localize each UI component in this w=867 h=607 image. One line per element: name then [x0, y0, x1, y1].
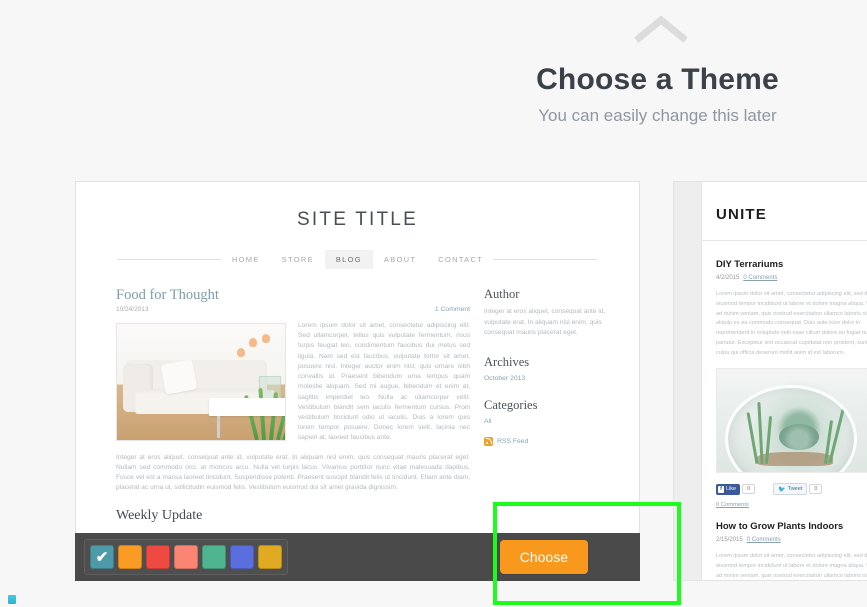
twitter-bird-icon: 🐦	[778, 486, 786, 493]
unite-body: UNITE DIY Terrariums 4/2/2015 0 Comments …	[702, 182, 867, 580]
post-comment-count[interactable]: 1 Comment	[435, 306, 470, 313]
theme-card-footer-bar: ✔ Choose	[75, 533, 640, 581]
unite-left-rail	[674, 182, 702, 580]
chevron-up-icon[interactable]	[635, 14, 687, 44]
sidebar-rss-row[interactable]: RSS Feed	[484, 436, 617, 446]
theme-preview-card-active[interactable]: SITE TITLE HOME STORE BLOG ABOUT CONTACT…	[75, 181, 640, 581]
preview-content-row: Food for Thought 10/24/2013 1 Comment Lo…	[76, 269, 639, 494]
color-swatch-green[interactable]	[202, 545, 226, 569]
color-swatch-blue[interactable]	[230, 545, 254, 569]
preview-navbar: HOME STORE BLOG ABOUT CONTACT	[76, 250, 639, 269]
sidebar-heading-archives: Archives	[484, 354, 530, 369]
choose-button[interactable]: Choose	[499, 540, 588, 574]
facebook-icon: f	[718, 485, 724, 493]
sidebar-author-text: Integer at eros aliquet, consequat ante …	[484, 308, 606, 337]
rss-icon	[484, 436, 493, 446]
color-swatch-gold[interactable]	[258, 545, 282, 569]
unite-post1-comments-link[interactable]: 0 Comments	[716, 502, 867, 508]
preview-sidebar: Author Integer at eros aliquet, consequa…	[470, 287, 617, 494]
unite-post2-date: 2/15/2015	[716, 537, 743, 544]
post-date: 10/24/2013	[116, 306, 149, 313]
theme-chooser-screen: Choose a Theme You can easily change thi…	[0, 0, 867, 607]
facebook-like-label: Like	[726, 486, 737, 493]
twitter-tweet-count: 0	[809, 484, 823, 495]
preview-main-column: Food for Thought 10/24/2013 1 Comment Lo…	[116, 287, 470, 494]
unite-post1-text: Lorem ipsum dolor sit amet, consectetur …	[716, 291, 867, 356]
unite-post1-date: 4/2/2015	[716, 275, 740, 281]
nav-item-home[interactable]: HOME	[221, 250, 271, 269]
nav-rule-left	[118, 259, 221, 260]
unite-post1-comments[interactable]: 0 Comments	[743, 275, 777, 281]
unite-post2-title[interactable]: How to Grow Plants Indoors	[716, 521, 867, 532]
facebook-like-count: 0	[742, 484, 756, 495]
twitter-tweet-button[interactable]: 🐦 Tweet	[773, 483, 808, 496]
post-photo	[116, 323, 286, 441]
color-swatch-salmon[interactable]	[174, 545, 198, 569]
twitter-tweet-widget[interactable]: 🐦 Tweet 0	[773, 483, 823, 496]
theme-preview-card-unite[interactable]: UNITE DIY Terrariums 4/2/2015 0 Comments …	[673, 181, 867, 581]
sidebar-category-link[interactable]: All	[484, 418, 617, 425]
post-body: Lorem ipsum dolor sit amet, consectetur …	[116, 321, 470, 494]
color-swatch-orange[interactable]	[118, 545, 142, 569]
unite-post2-comments[interactable]: 0 Comments	[747, 537, 781, 543]
unite-header-rule	[702, 240, 867, 241]
color-swatch-red[interactable]	[146, 545, 170, 569]
facebook-like-widget[interactable]: f Like 0	[716, 483, 756, 495]
unite-post2-meta: 2/15/2015 0 Comments	[716, 537, 867, 543]
nav-links: HOME STORE BLOG ABOUT CONTACT	[221, 250, 494, 269]
next-post-title[interactable]: Weekly Update	[76, 508, 639, 524]
cursor-artifact-icon	[8, 595, 16, 604]
page-subtitle: You can easily change this later	[538, 106, 777, 125]
rss-label: RSS Feed	[497, 437, 529, 445]
unite-brand: UNITE	[716, 206, 767, 223]
nav-item-about[interactable]: ABOUT	[373, 250, 427, 269]
check-icon: ✔	[95, 549, 109, 566]
facebook-like-button[interactable]: f Like	[716, 483, 741, 495]
unite-post1-photo	[716, 368, 867, 474]
nav-item-blog[interactable]: BLOG	[324, 250, 373, 269]
nav-item-contact[interactable]: CONTACT	[427, 250, 494, 269]
color-swatch-teal[interactable]: ✔	[90, 545, 114, 569]
sidebar-heading-categories: Categories	[484, 397, 538, 412]
unite-post2-text: Lorem ipsum dolor sit amet, consectetur …	[716, 553, 867, 580]
nav-item-store[interactable]: STORE	[271, 250, 325, 269]
sidebar-archive-link[interactable]: October 2013	[484, 375, 617, 382]
sidebar-heading-author: Author	[484, 287, 520, 301]
page-title: Choose a Theme	[536, 63, 779, 96]
color-swatch-group: ✔	[84, 539, 288, 575]
twitter-tweet-label: Tweet	[787, 486, 803, 493]
unite-post1-title[interactable]: DIY Terrariums	[716, 259, 867, 270]
post-meta: 10/24/2013 1 Comment	[116, 306, 470, 313]
post-title[interactable]: Food for Thought	[116, 287, 470, 304]
nav-rule-right	[494, 259, 597, 260]
post-paragraph-2: Integer at eros aliquet, consequat ante …	[116, 453, 470, 492]
preview-site-title: SITE TITLE	[297, 209, 418, 230]
unite-social-row: f Like 0 🐦 Tweet 0	[716, 483, 867, 496]
unite-post1-meta: 4/2/2015 0 Comments	[716, 275, 867, 281]
